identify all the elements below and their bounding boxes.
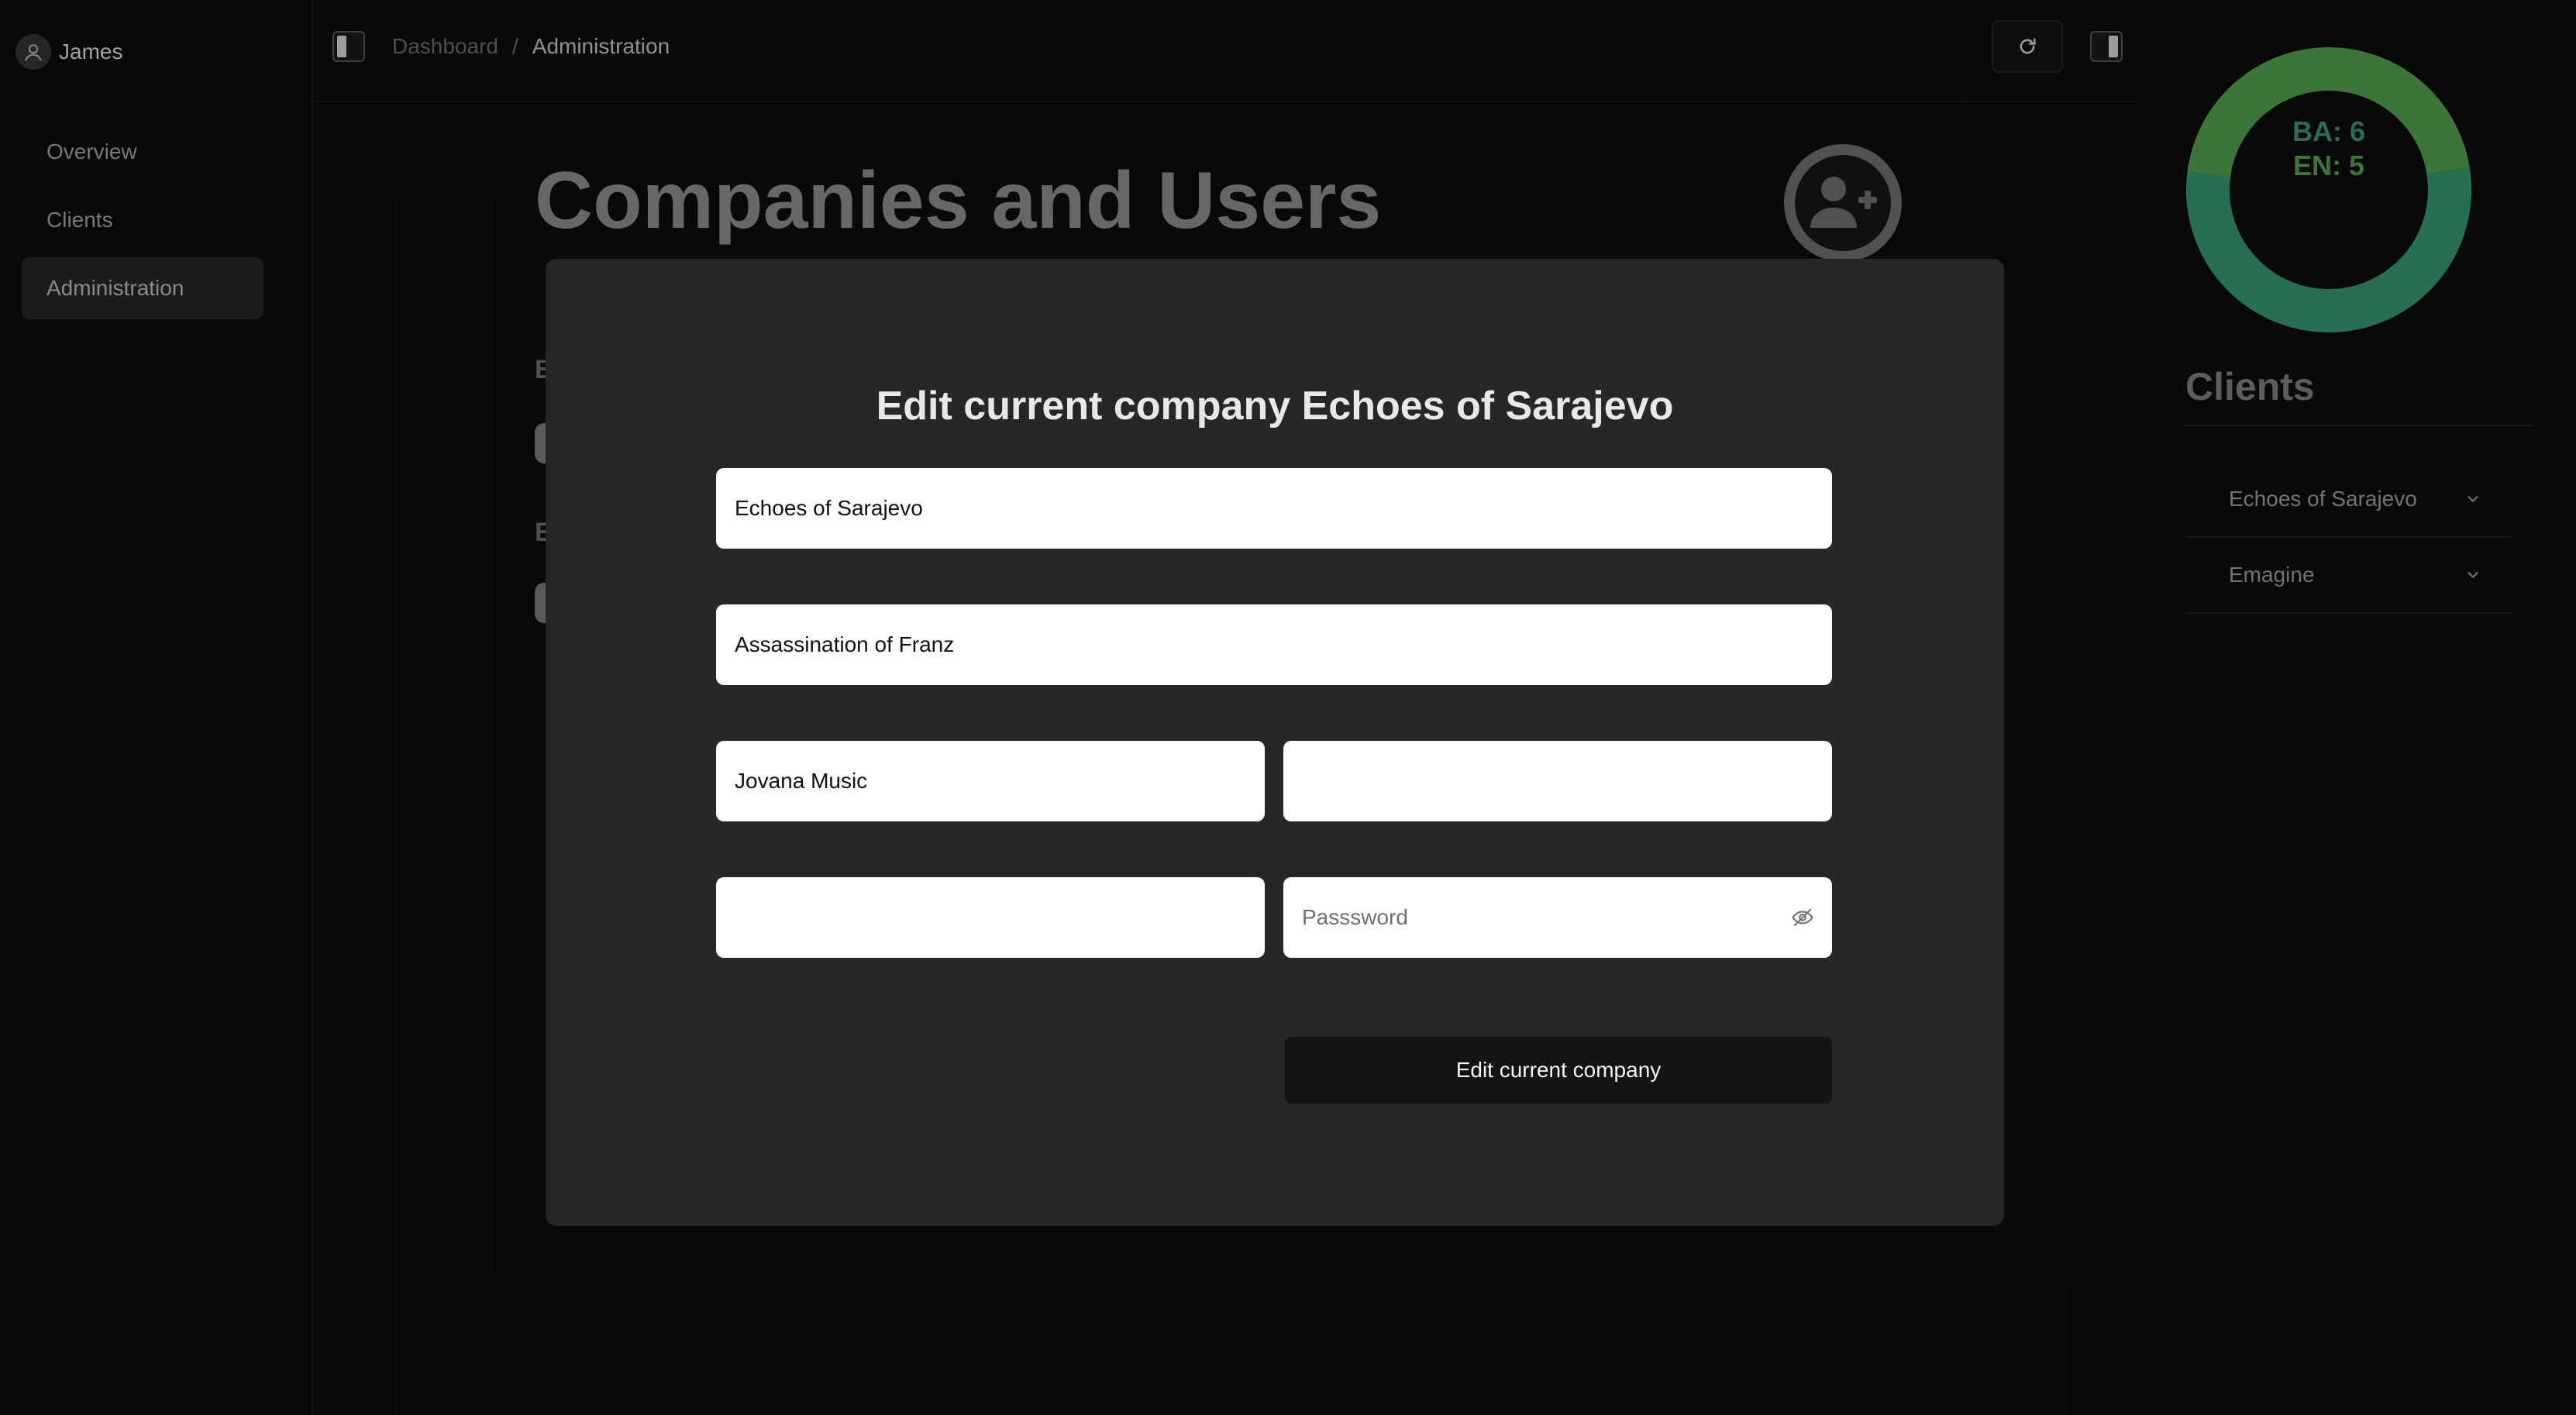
email-field-input[interactable] — [716, 877, 1265, 958]
app-root: James Overview Clients Administration Da… — [0, 0, 2576, 1415]
modal-title: Edit current company Echoes of Sarajevo — [876, 384, 1674, 429]
edit-company-submit-button[interactable]: Edit current company — [1285, 1037, 1832, 1103]
edit-company-modal: Edit current company Echoes of Sarajevo … — [546, 259, 2004, 1226]
eye-off-icon[interactable] — [1787, 902, 1818, 933]
company-name-input[interactable] — [716, 468, 1832, 549]
company-description-input[interactable] — [716, 604, 1832, 685]
password-input[interactable] — [1283, 877, 1832, 958]
contact-field-input[interactable] — [1283, 741, 1832, 821]
contact-name-input[interactable] — [716, 741, 1265, 821]
